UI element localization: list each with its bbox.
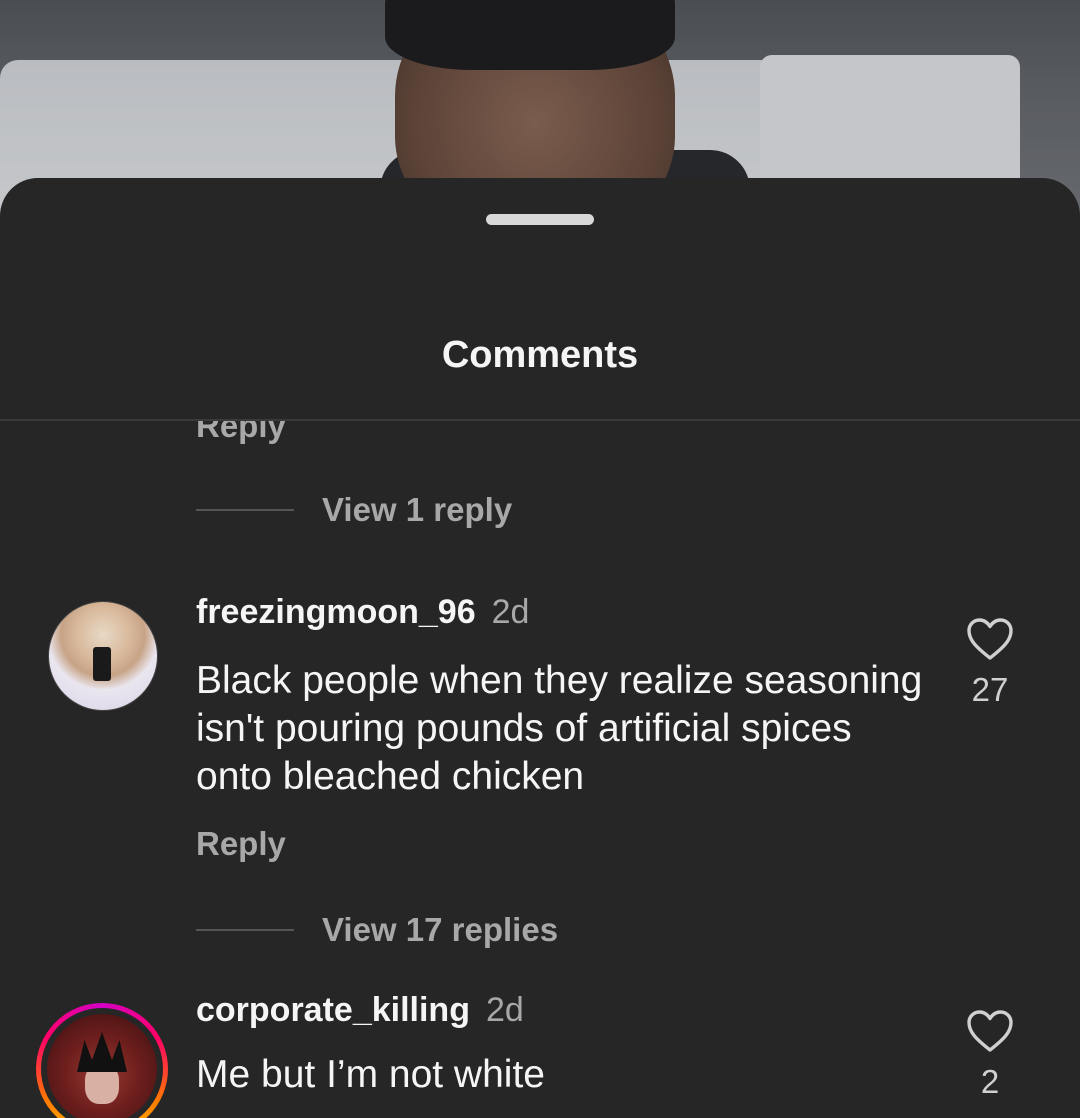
profile-photo-avatar[interactable] [48, 601, 158, 711]
replies-divider-line [196, 929, 294, 931]
comment-text: Black people when they realize seasoning… [196, 659, 923, 798]
comments-list[interactable]: Reply View 1 reply freezingmoon_96 2d Bla… [0, 421, 1080, 1118]
view-replies-label: View 17 replies [322, 911, 559, 948]
like-count: 2 [980, 1063, 1000, 1100]
avatar-hair-detail [77, 1032, 127, 1072]
comments-sheet: Comments Reply View 1 reply freezingmoon… [0, 178, 1080, 1118]
view-replies-button[interactable]: View 1 reply [196, 491, 512, 529]
heart-outline-icon [967, 1010, 1013, 1052]
avatar-phone-detail [93, 647, 111, 681]
comment-header: corporate_killing 2d [196, 991, 524, 1030]
heart-outline-icon [967, 618, 1013, 660]
story-ring-avatar[interactable] [36, 1003, 168, 1118]
video-person-hair [385, 0, 675, 70]
comment-username[interactable]: corporate_killing [196, 991, 470, 1029]
comment-header: freezingmoon_96 2d [196, 593, 529, 632]
like-button[interactable]: 27 [962, 617, 1018, 709]
drag-handle[interactable] [486, 214, 594, 225]
comment-username[interactable]: freezingmoon_96 [196, 593, 476, 631]
avatar-image [47, 1014, 157, 1118]
like-count: 27 [971, 671, 1009, 708]
like-button[interactable]: 2 [962, 1009, 1018, 1101]
replies-divider-line [196, 509, 294, 511]
comment-timestamp: 2d [485, 991, 524, 1029]
sheet-title: Comments [441, 334, 639, 376]
comment-timestamp: 2d [491, 593, 530, 631]
comment-text: Me but I’m not white [196, 1053, 545, 1096]
reply-button[interactable]: Reply [196, 421, 286, 445]
view-replies-label: View 1 reply [322, 491, 513, 528]
reply-button[interactable]: Reply [196, 825, 286, 863]
view-replies-button[interactable]: View 17 replies [196, 911, 558, 949]
